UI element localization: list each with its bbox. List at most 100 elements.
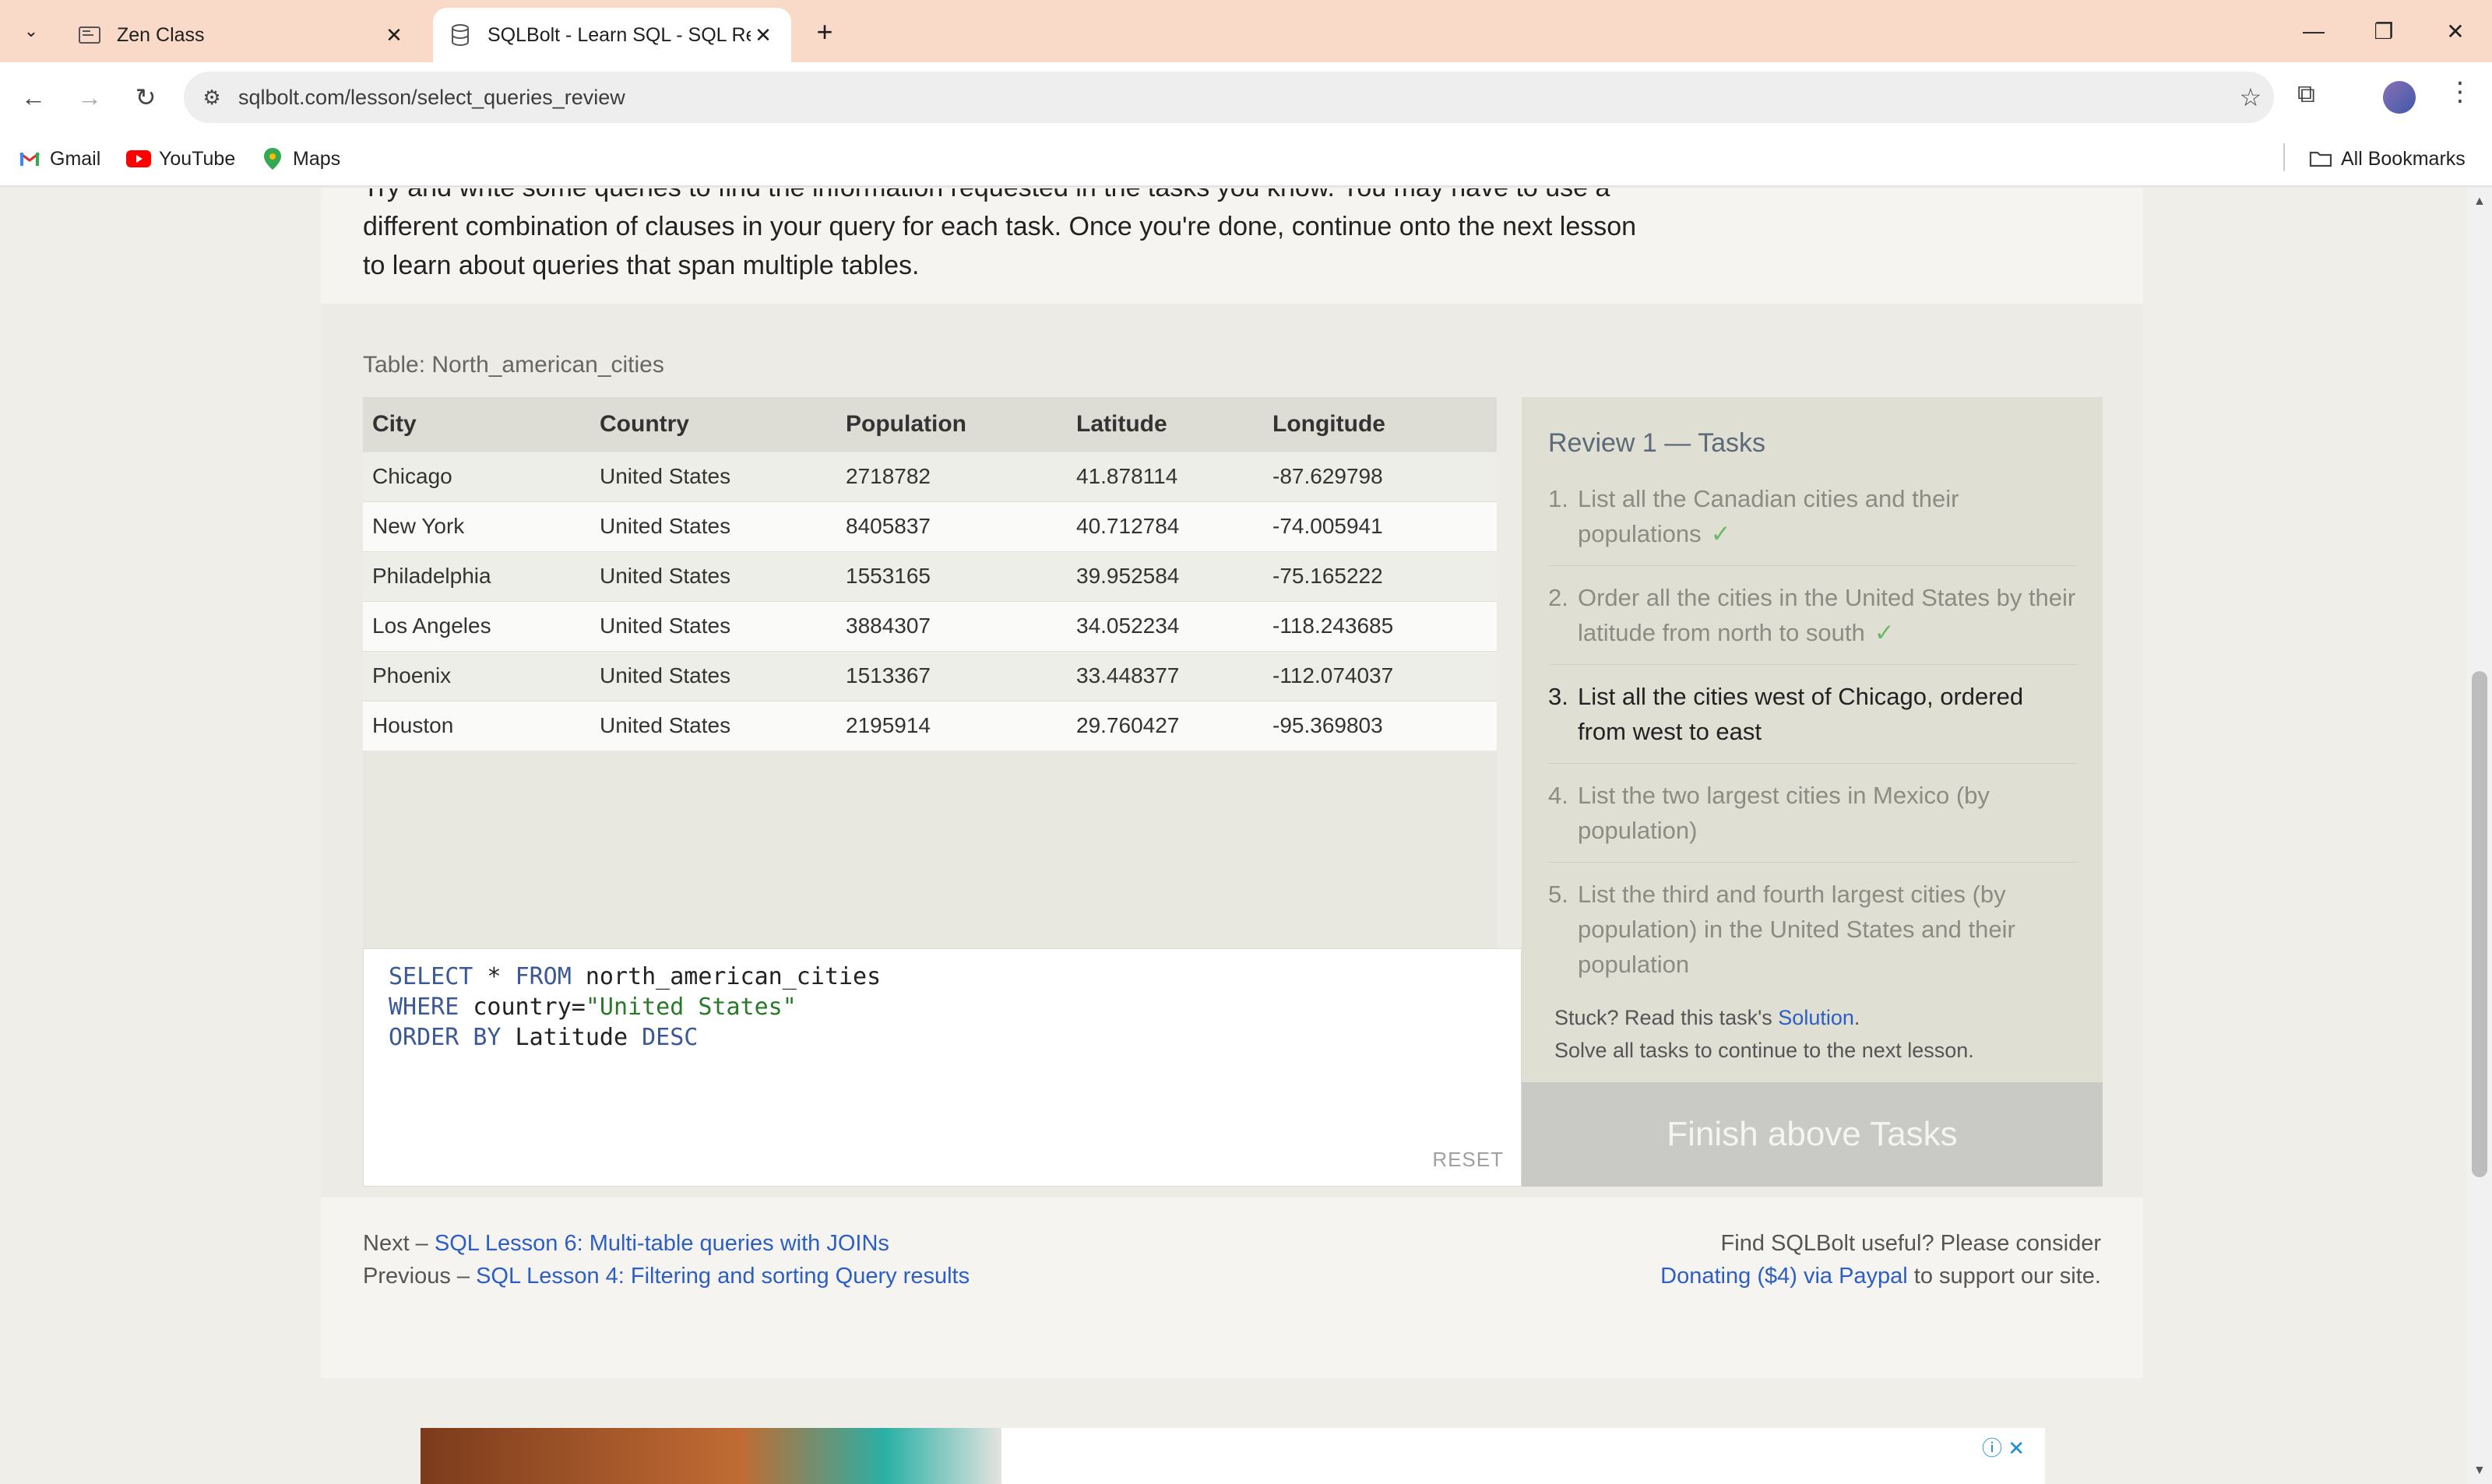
reset-button[interactable]: RESET bbox=[1432, 1148, 1504, 1172]
finish-tasks-button[interactable]: Finish above Tasks bbox=[1522, 1082, 2103, 1187]
table-cell: Phoenix bbox=[363, 650, 590, 701]
task-item[interactable]: 5. List the third and fourth largest cit… bbox=[1548, 877, 2078, 996]
lesson-intro-text: Try and write some queries to find the i… bbox=[363, 188, 1637, 280]
table-cell: Los Angeles bbox=[363, 600, 590, 651]
code-keyword: DESC bbox=[642, 1024, 699, 1051]
next-lesson-link[interactable]: SQL Lesson 6: Multi-table queries with J… bbox=[435, 1231, 889, 1256]
task-item[interactable]: 4. List the two largest cities in Mexico… bbox=[1548, 778, 2078, 863]
close-tab-icon[interactable]: ✕ bbox=[751, 23, 776, 47]
code-keyword: WHERE bbox=[389, 993, 459, 1021]
table-row: Chicago United States 2718782 41.878114 … bbox=[363, 451, 1497, 501]
task-number: 5. bbox=[1548, 881, 1568, 908]
extensions-puzzle-icon[interactable]: ⧉ bbox=[2297, 79, 2315, 109]
table-cell: 1553165 bbox=[836, 550, 1067, 601]
checkmark-icon: ✓ bbox=[1874, 619, 1895, 646]
bookmark-star-icon[interactable]: ☆ bbox=[2227, 83, 2274, 112]
code-keyword: FROM bbox=[515, 963, 572, 990]
reload-button[interactable]: ↻ bbox=[126, 78, 165, 117]
stuck-prefix: Stuck? Read this task's bbox=[1554, 1006, 1779, 1029]
solution-link[interactable]: Solution bbox=[1778, 1006, 1854, 1029]
task-item-current[interactable]: 3. List all the cities west of Chicago, … bbox=[1548, 679, 2078, 764]
close-tab-icon[interactable]: ✕ bbox=[382, 23, 407, 47]
table-cell: 41.878114 bbox=[1067, 451, 1263, 501]
results-table-pane[interactable]: City Country Population Latitude Longitu… bbox=[363, 397, 1497, 948]
new-tab-button[interactable]: + bbox=[805, 12, 844, 51]
task-item[interactable]: 1. List all the Canadian cities and thei… bbox=[1548, 481, 2078, 566]
bookmark-maps[interactable]: Maps bbox=[260, 143, 340, 174]
profile-avatar[interactable] bbox=[2383, 81, 2416, 114]
donate-suffix: to support our site. bbox=[1907, 1264, 2101, 1289]
reload-icon: ↻ bbox=[135, 83, 157, 111]
table-cell: United States bbox=[590, 501, 836, 551]
lesson-navigation: Next – SQL Lesson 6: Multi-table queries… bbox=[363, 1227, 970, 1292]
table-cell: United States bbox=[590, 700, 836, 751]
scroll-up-icon[interactable]: ▲ bbox=[2473, 195, 2486, 209]
close-window-button[interactable]: ✕ bbox=[2428, 9, 2483, 53]
site-settings-icon[interactable]: ⚙ bbox=[196, 86, 227, 110]
all-bookmarks-button[interactable]: All Bookmarks bbox=[2308, 143, 2466, 174]
task-number: 2. bbox=[1548, 584, 1568, 611]
table-cell: 1513367 bbox=[836, 650, 1067, 701]
table-cell: -112.074037 bbox=[1263, 650, 1497, 701]
table-cell: 40.712784 bbox=[1067, 501, 1263, 551]
tab-title: Zen Class bbox=[117, 23, 205, 46]
tab-zen-class[interactable]: Zen Class ✕ bbox=[62, 8, 422, 62]
bookmark-youtube[interactable]: YouTube bbox=[126, 143, 235, 174]
table-row: New York United States 8405837 40.712784… bbox=[363, 501, 1497, 551]
results-table: City Country Population Latitude Longitu… bbox=[363, 397, 1497, 751]
column-header: Population bbox=[836, 397, 1067, 452]
task-list: 1. List all the Canadian cities and thei… bbox=[1548, 481, 2078, 1010]
table-cell: 39.952584 bbox=[1067, 550, 1263, 601]
tab-title: SQLBolt - Learn SQL - SQL Review: Simple… bbox=[487, 23, 751, 46]
tasks-heading: Review 1 — Tasks bbox=[1548, 428, 1766, 458]
code-string: "United States" bbox=[585, 993, 797, 1021]
task-text: Order all the cities in the United State… bbox=[1578, 584, 2076, 646]
table-cell: Chicago bbox=[363, 451, 590, 501]
restore-button[interactable]: ❐ bbox=[2356, 9, 2411, 53]
tasks-panel: Review 1 — Tasks 1. List all the Canadia… bbox=[1522, 397, 2103, 1187]
previous-lesson-link[interactable]: SQL Lesson 4: Filtering and sorting Quer… bbox=[476, 1264, 970, 1289]
scroll-down-icon[interactable]: ▼ bbox=[2473, 1464, 2486, 1478]
page-content: Try and write some queries to find the i… bbox=[0, 188, 2492, 1484]
back-button[interactable]: ← bbox=[14, 78, 53, 117]
task-text: List all the Canadian cities and their p… bbox=[1578, 485, 1959, 547]
lesson-card: Try and write some queries to find the i… bbox=[321, 188, 2143, 1378]
bookmark-label: YouTube bbox=[159, 147, 236, 170]
table-cell: United States bbox=[590, 600, 836, 651]
useful-text: Find SQLBolt useful? Please consider bbox=[1720, 1231, 2101, 1256]
task-item[interactable]: 2. Order all the cities in the United St… bbox=[1548, 580, 2078, 665]
bookmarks-bar: Gmail YouTube Maps All Bookmarks bbox=[0, 132, 2492, 187]
database-favicon-icon bbox=[449, 23, 472, 47]
exercise-panel: Table: North_american_cities City Countr… bbox=[321, 304, 2143, 1197]
ad-image[interactable] bbox=[421, 1428, 1001, 1484]
advertisement-banner[interactable]: ⓘ ✕ bbox=[421, 1428, 2045, 1484]
more-menu-icon[interactable]: ⋮ bbox=[2447, 76, 2473, 107]
close-icon: ✕ bbox=[2446, 19, 2465, 44]
sql-editor[interactable]: SELECT * FROM north_american_cities WHER… bbox=[363, 948, 1522, 1187]
table-row: Los Angeles United States 3884307 34.052… bbox=[363, 600, 1497, 651]
page-scrollbar[interactable]: ▲ ▼ bbox=[2467, 188, 2492, 1484]
bookmark-label: Maps bbox=[293, 147, 341, 170]
tab-search-button[interactable]: ⌄ bbox=[11, 11, 51, 51]
bookmark-gmail[interactable]: Gmail bbox=[17, 143, 100, 174]
table-cell: United States bbox=[590, 550, 836, 601]
address-bar[interactable]: ⚙ sqlbolt.com/lesson/select_queries_revi… bbox=[184, 72, 2274, 123]
table-cell: 2195914 bbox=[836, 700, 1067, 751]
table-cell: 2718782 bbox=[836, 451, 1067, 501]
minimize-button[interactable]: — bbox=[2286, 9, 2341, 53]
url-text[interactable]: sqlbolt.com/lesson/select_queries_review bbox=[238, 86, 2227, 110]
solve-all-text: Solve all tasks to continue to the next … bbox=[1554, 1039, 1974, 1062]
table-cell: -118.243685 bbox=[1263, 600, 1497, 651]
ad-choices-icon[interactable]: ⓘ ✕ bbox=[1982, 1433, 2025, 1461]
sql-code[interactable]: SELECT * FROM north_american_cities WHER… bbox=[389, 962, 881, 1053]
forward-button[interactable]: → bbox=[70, 78, 109, 117]
table-cell: United States bbox=[590, 451, 836, 501]
table-cell: -75.165222 bbox=[1263, 550, 1497, 601]
scrollbar-thumb[interactable] bbox=[2472, 671, 2487, 1177]
lesson-intro: Try and write some queries to find the i… bbox=[321, 188, 2143, 304]
table-cell: 34.052234 bbox=[1067, 600, 1263, 651]
tab-strip: ⌄ Zen Class ✕ SQLBolt - Learn SQL - SQL … bbox=[0, 0, 2492, 62]
zen-class-favicon-icon bbox=[78, 23, 101, 47]
donate-link[interactable]: Donating ($4) via Paypal bbox=[1660, 1264, 1908, 1289]
tab-sqlbolt[interactable]: SQLBolt - Learn SQL - SQL Review: Simple… bbox=[433, 8, 791, 62]
